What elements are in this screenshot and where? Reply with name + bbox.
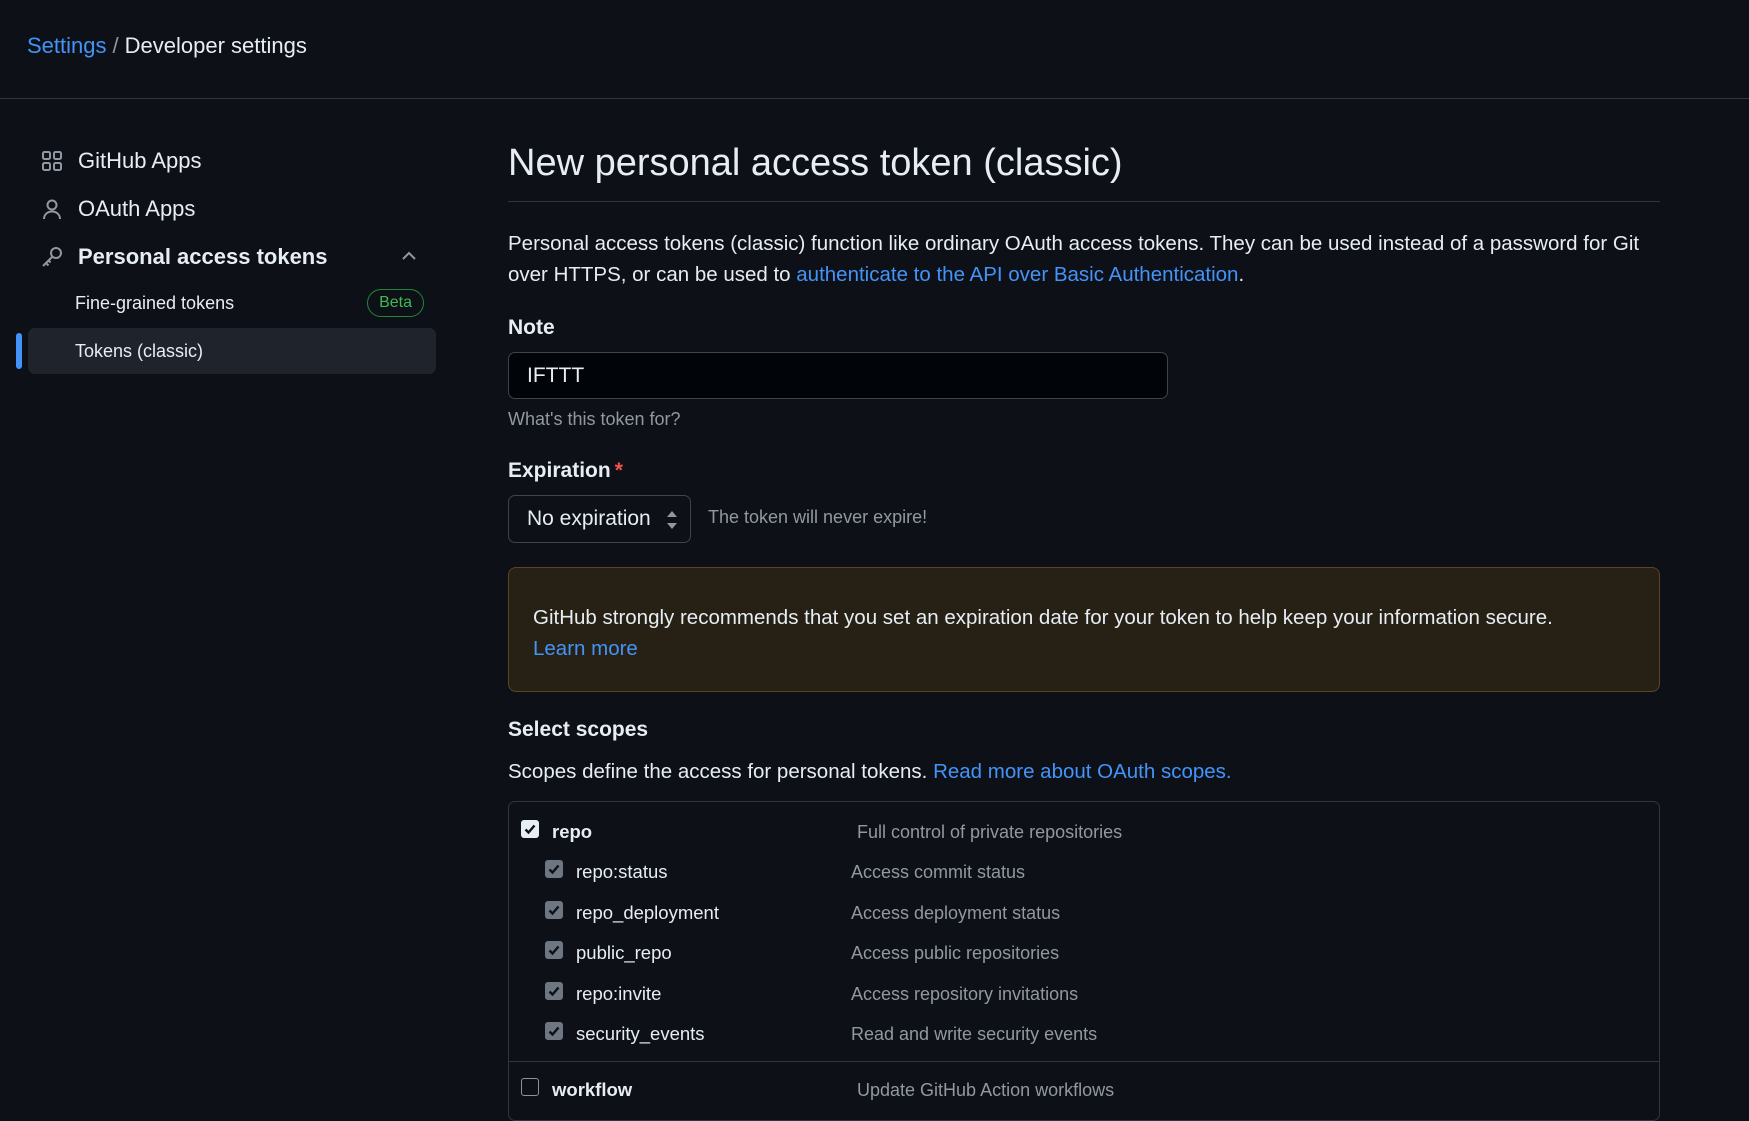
intro-end: . — [1238, 263, 1245, 286]
scope-checkbox-repo-invite[interactable] — [545, 982, 563, 1000]
scope-row-repo-invite: repo:invite Access repository invitation… — [509, 978, 1659, 1018]
scope-name: repo_deployment — [576, 902, 719, 923]
scope-checkbox-public-repo[interactable] — [545, 941, 563, 959]
scope-description: Access public repositories — [851, 943, 1060, 963]
scope-description: Access repository invitations — [851, 984, 1079, 1004]
scope-description: Access commit status — [851, 862, 1026, 882]
note-input[interactable] — [508, 352, 1168, 399]
scope-row-repo-deployment: repo_deployment Access deployment status — [509, 897, 1659, 937]
beta-badge: Beta — [367, 289, 424, 317]
page-title: New personal access token (classic) — [508, 142, 1660, 202]
sidebar-item-github-apps[interactable]: GitHub Apps — [28, 139, 436, 183]
scope-name: repo:invite — [576, 983, 662, 1004]
scope-checkbox-repo[interactable] — [521, 820, 539, 838]
scope-checkbox-repo-deployment[interactable] — [545, 901, 563, 919]
sidebar-item-label: Tokens (classic) — [75, 340, 204, 361]
selected-indicator — [16, 333, 22, 369]
expiration-selected-value: No expiration — [527, 507, 651, 530]
breadcrumb-settings-link[interactable]: Settings — [27, 33, 107, 58]
scope-checkbox-repo-status[interactable] — [545, 860, 563, 878]
oauth-scopes-link[interactable]: Read more about OAuth scopes. — [933, 760, 1232, 783]
scopes-description-text: Scopes define the access for personal to… — [508, 760, 934, 783]
sidebar-item-tokens-classic[interactable]: Tokens (classic) — [28, 328, 436, 374]
basic-auth-link[interactable]: authenticate to the API over Basic Authe… — [796, 263, 1238, 286]
scope-description: Update GitHub Action workflows — [857, 1080, 1115, 1100]
sidebar-item-label: GitHub Apps — [78, 148, 202, 173]
top-bar: Settings / Developer settings — [0, 0, 1749, 99]
sidebar-item-fine-grained-tokens[interactable]: Fine-grained tokens Beta — [28, 280, 436, 326]
expiration-select[interactable]: No expiration — [508, 495, 691, 543]
scope-row-repo-status: repo:status Access commit status — [509, 856, 1659, 896]
learn-more-link[interactable]: Learn more — [533, 637, 638, 660]
person-icon — [40, 197, 64, 221]
note-label: Note — [508, 316, 555, 339]
breadcrumb: Settings / Developer settings — [27, 33, 307, 59]
note-hint: What's this token for? — [508, 409, 681, 429]
key-icon — [40, 245, 64, 269]
intro-text: Personal access tokens (classic) functio… — [508, 228, 1660, 290]
scope-group-divider — [509, 1061, 1659, 1062]
scope-description: Read and write security events — [851, 1024, 1098, 1044]
scope-row-public-repo: public_repo Access public repositories — [509, 937, 1659, 977]
chevron-up-icon[interactable] — [398, 245, 420, 267]
scope-checkbox-security-events[interactable] — [545, 1022, 563, 1040]
scopes-list: repo Full control of private repositorie… — [508, 801, 1660, 1121]
scope-row-security-events: security_events Read and write security … — [509, 1018, 1659, 1058]
scope-description: Full control of private repositories — [857, 822, 1123, 842]
expiration-label: Expiration * — [508, 459, 623, 483]
scope-name: public_repo — [576, 942, 672, 963]
expiration-note: The token will never expire! — [708, 507, 928, 527]
scope-row-repo: repo Full control of private repositorie… — [509, 816, 1659, 856]
scope-checkbox-workflow[interactable] — [521, 1078, 539, 1096]
sidebar-item-label: OAuth Apps — [78, 196, 196, 221]
scope-name: security_events — [576, 1023, 705, 1044]
select-scopes-title: Select scopes — [508, 718, 649, 741]
scope-description: Access deployment status — [851, 903, 1061, 923]
scopes-description: Scopes define the access for personal to… — [508, 760, 1232, 784]
scope-row-workflow: workflow Update GitHub Action workflows — [509, 1074, 1659, 1114]
required-asterisk: * — [614, 459, 623, 482]
sidebar-item-label: Fine-grained tokens — [75, 292, 235, 313]
scope-name: workflow — [552, 1079, 633, 1100]
expiration-label-text: Expiration — [508, 459, 611, 482]
expiration-warning-banner: GitHub strongly recommends that you set … — [508, 567, 1660, 692]
select-arrows-icon — [667, 511, 677, 529]
sidebar-item-label: Personal access tokens — [78, 244, 328, 269]
sidebar-item-personal-access-tokens[interactable]: Personal access tokens — [28, 235, 436, 279]
breadcrumb-current: Developer settings — [124, 33, 307, 58]
scope-name: repo:status — [576, 861, 668, 882]
sidebar-item-oauth-apps[interactable]: OAuth Apps — [28, 187, 436, 231]
warning-text: GitHub strongly recommends that you set … — [533, 606, 1553, 629]
scope-name: repo — [552, 821, 593, 842]
apps-grid-icon — [40, 149, 64, 173]
breadcrumb-separator: / — [112, 33, 119, 58]
